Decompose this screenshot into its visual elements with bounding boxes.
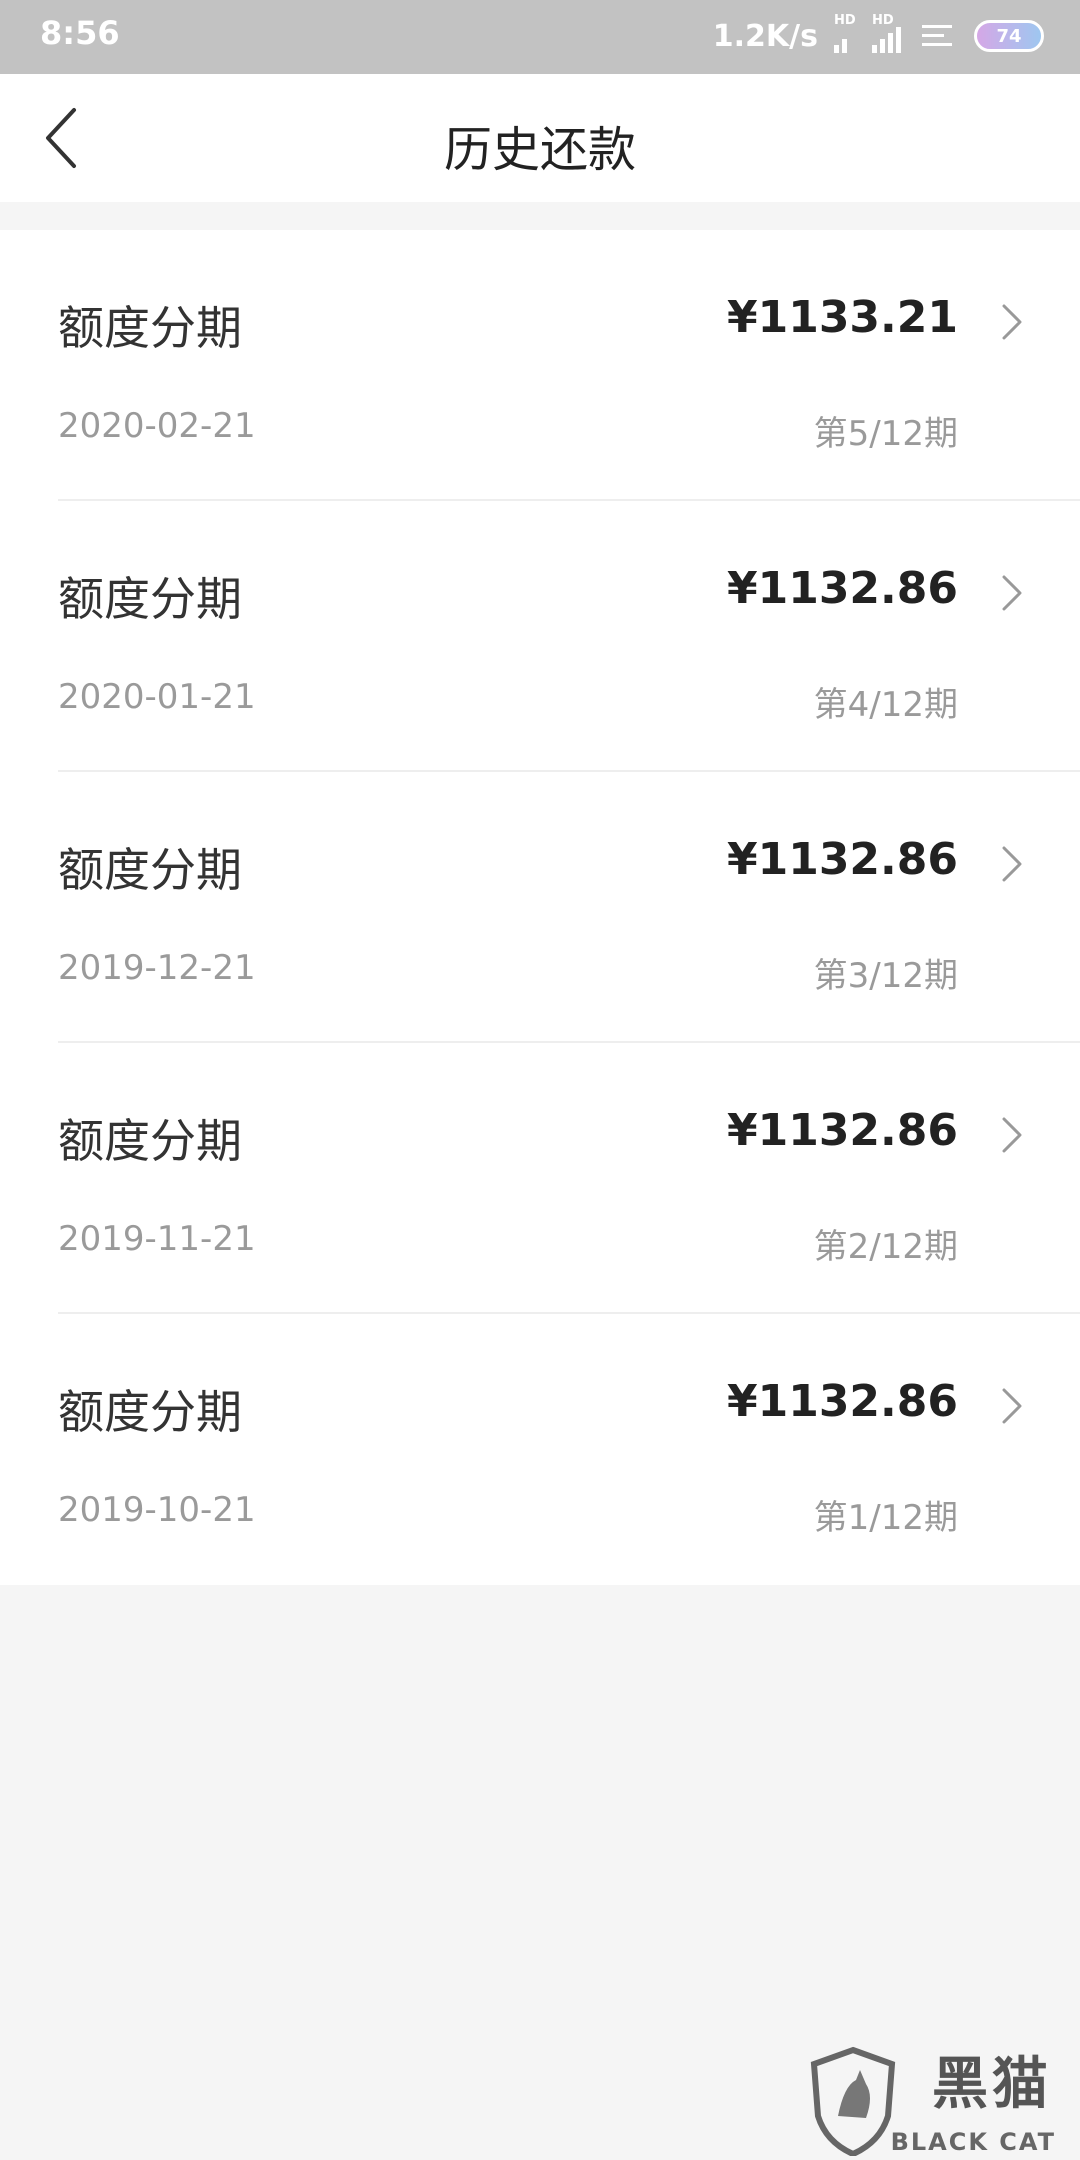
item-period: 第3/12期: [813, 956, 958, 996]
item-date: 2020-02-21: [58, 406, 256, 446]
signal-2-icon: HD: [872, 13, 906, 53]
list-item[interactable]: 额度分期 ¥1132.86 2019-11-21 第2/12期: [0, 1043, 1080, 1314]
repayment-list: 额度分期 ¥1133.21 2020-02-21 第5/12期 额度分期 ¥11…: [0, 230, 1080, 1585]
notification-icon: [922, 21, 958, 51]
item-date: 2019-10-21: [58, 1490, 256, 1530]
status-bar: 8:56 1.2K/s HD HD 74: [0, 0, 1080, 74]
chevron-right-icon: [1002, 846, 1022, 882]
battery-icon: 74: [974, 20, 1044, 52]
hd-badge-1: HD: [834, 13, 856, 28]
item-amount: ¥1132.86: [726, 563, 958, 614]
network-speed: 1.2K/s: [712, 18, 818, 54]
item-period: 第4/12期: [813, 685, 958, 725]
item-date: 2020-01-21: [58, 677, 256, 717]
chevron-right-icon: [1002, 1388, 1022, 1424]
cat-shield-icon: [810, 2046, 896, 2156]
item-period: 第2/12期: [813, 1227, 958, 1267]
watermark-logo: 黑猫 BLACK CAT: [800, 2040, 1080, 2160]
list-item[interactable]: 额度分期 ¥1132.86 2019-12-21 第3/12期: [0, 772, 1080, 1043]
list-item[interactable]: 额度分期 ¥1132.86 2020-01-21 第4/12期: [0, 501, 1080, 772]
item-date: 2019-12-21: [58, 948, 256, 988]
item-title: 额度分期: [58, 1385, 242, 1439]
item-amount: ¥1132.86: [726, 834, 958, 885]
item-title: 额度分期: [58, 1114, 242, 1168]
navigation-bar: 历史还款: [0, 74, 1080, 202]
battery-level: 74: [996, 25, 1022, 47]
chevron-right-icon: [1002, 575, 1022, 611]
item-amount: ¥1133.21: [726, 292, 958, 343]
item-amount: ¥1132.86: [726, 1105, 958, 1156]
item-title: 额度分期: [58, 843, 242, 897]
status-time: 8:56: [40, 14, 120, 52]
chevron-right-icon: [1002, 1117, 1022, 1153]
signal-1-icon: HD: [834, 13, 856, 53]
list-item[interactable]: 额度分期 ¥1132.86 2019-10-21 第1/12期: [0, 1314, 1080, 1585]
watermark-subtext: BLACK CAT: [890, 2128, 1056, 2156]
item-title: 额度分期: [58, 301, 242, 355]
item-date: 2019-11-21: [58, 1219, 256, 1259]
page-title: 历史还款: [443, 122, 636, 178]
watermark-text: 黑猫: [932, 2052, 1052, 2117]
list-item[interactable]: 额度分期 ¥1133.21 2020-02-21 第5/12期: [0, 230, 1080, 501]
item-period: 第5/12期: [813, 414, 958, 454]
chevron-right-icon: [1002, 304, 1022, 340]
item-period: 第1/12期: [813, 1498, 958, 1538]
hd-badge-2: HD: [872, 13, 894, 28]
status-icons: 1.2K/s HD HD 74: [712, 13, 1044, 58]
item-title: 额度分期: [58, 572, 242, 626]
item-amount: ¥1132.86: [726, 1376, 958, 1427]
